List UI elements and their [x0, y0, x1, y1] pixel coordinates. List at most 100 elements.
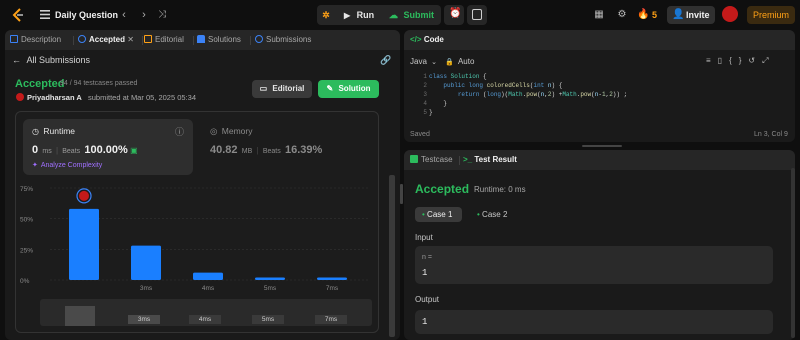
debug-icon[interactable]: ✲ — [319, 7, 333, 23]
streak-count: 5 — [652, 10, 658, 20]
reset-icon[interactable]: ↺ — [748, 56, 762, 65]
share-link-icon[interactable]: 🔗 — [380, 55, 391, 66]
layout-grid-icon[interactable]: ▦ — [593, 9, 605, 21]
input-box — [415, 246, 773, 284]
memory-chip-icon: ◎ — [210, 126, 218, 136]
format-icon[interactable]: ≡ — [706, 56, 718, 65]
overview-tick-label: 4ms — [189, 315, 221, 324]
book-icon: ▭ — [259, 84, 268, 93]
y-tick-label: 0% — [20, 278, 30, 285]
tab-accepted[interactable]: Accepted ✕ — [78, 35, 134, 44]
top-bar: Daily Question ‹ › ⤨ ✲ ▶ Run ☁ Submit ⏰ … — [0, 0, 800, 30]
prev-problem-icon[interactable]: ‹ — [117, 8, 131, 22]
code-brackets-icon: </> — [410, 35, 422, 44]
settings-gear-icon[interactable]: ⚙ — [616, 9, 628, 21]
cloud-upload-icon: ☁ — [389, 10, 398, 20]
result-status: Accepted — [415, 182, 470, 196]
submitter-name[interactable]: Priyadharsan A — [27, 93, 82, 102]
premium-button[interactable]: Premium — [747, 6, 795, 24]
tab-description[interactable]: Description — [10, 35, 61, 44]
x-tick-label: 3ms — [140, 285, 153, 292]
language-select[interactable]: Java ⌄ — [410, 57, 437, 66]
user-avatar — [16, 93, 24, 101]
code-text: } — [429, 100, 448, 107]
output-value: 1 — [422, 317, 428, 327]
submit-button[interactable]: ☁ Submit — [385, 7, 439, 23]
saved-status: Saved — [410, 131, 430, 138]
x-tick-label: 7ms — [326, 285, 339, 292]
memory-value: 40.82 — [210, 144, 238, 156]
lock-icon: 🔒 — [445, 59, 454, 66]
editorial-button[interactable]: ▭ Editorial — [252, 80, 312, 98]
overview-tick-label: 3ms — [128, 315, 160, 324]
runtime-value: 0 — [32, 144, 39, 156]
bookmark-icon[interactable]: ▯ — [718, 56, 729, 65]
chart-bar — [131, 245, 161, 280]
input-label: Input — [415, 233, 433, 242]
input-variable: n = — [422, 254, 432, 261]
output-label: Output — [415, 295, 440, 304]
chart-bar — [193, 272, 223, 280]
back-arrow-icon: ← — [12, 55, 21, 65]
problem-list-title[interactable]: Daily Question — [55, 10, 118, 20]
overview-bar — [65, 306, 95, 326]
clock-icon: ◷ — [32, 127, 39, 136]
input-value: 1 — [422, 268, 428, 278]
code-text: public long coloredCells(int n) { — [443, 82, 563, 89]
code-panel-header: </> Code — [404, 30, 795, 50]
code-text: return (long)(Math.pow(n,2) +Math.pow(n-… — [457, 91, 628, 98]
line-number: 4 — [423, 100, 427, 107]
next-problem-icon[interactable]: › — [137, 8, 151, 22]
y-tick-label: 75% — [20, 186, 33, 193]
memory-title[interactable]: ◎ Memory — [210, 126, 253, 137]
case-1-tab[interactable]: • Case 1 — [415, 207, 462, 222]
analyze-complexity-link[interactable]: ✦ Analyze Complexity — [32, 161, 102, 169]
invite-button[interactable]: 👤 Invite — [667, 6, 715, 24]
leetcode-logo-icon[interactable] — [12, 8, 24, 22]
code-editor[interactable]: 1 class Solution {2 public long coloredCe… — [407, 72, 792, 127]
alarm-clock-icon: ⏰ — [449, 8, 462, 19]
tab-submissions[interactable]: Submissions — [255, 35, 311, 44]
auto-mode[interactable]: 🔒 Auto — [445, 57, 474, 66]
result-panel-scrollbar[interactable] — [791, 168, 795, 338]
line-number: 5 — [423, 109, 427, 116]
avatar[interactable] — [722, 6, 738, 22]
testcase-tab[interactable]: Testcase — [410, 155, 453, 164]
add-user-icon: 👤 — [672, 9, 685, 20]
sparkle-icon: ✦ — [32, 162, 38, 169]
info-icon[interactable]: ⓘ — [175, 125, 184, 138]
left-tabs-bar: Description Accepted ✕ Editorial Solutio… — [5, 30, 400, 50]
overview-tick-label: 5ms — [252, 315, 284, 324]
panel-resize-handle[interactable] — [582, 145, 622, 147]
close-tab-icon[interactable]: ✕ — [127, 35, 134, 44]
problem-list-icon[interactable] — [40, 10, 50, 19]
testcases-passed: 94 / 94 testcases passed — [60, 80, 138, 87]
tab-editorial[interactable]: Editorial — [144, 35, 184, 44]
test-result-tab[interactable]: >_ Test Result — [463, 155, 517, 164]
runtime-stats: 0 ms | Beats 100.00% ▣ — [32, 144, 138, 156]
vertical-resize-handle[interactable] — [400, 184, 403, 204]
streak-fire-icon[interactable]: 🔥 — [637, 9, 649, 21]
case-2-tab[interactable]: • Case 2 — [470, 207, 515, 222]
note-icon — [472, 9, 482, 20]
user-avatar-marker — [79, 190, 89, 201]
tab-solutions[interactable]: Solutions — [197, 35, 241, 44]
memory-stats: 40.82 MB | Beats 16.39% — [210, 144, 323, 156]
edit-pen-icon: ✎ — [326, 84, 334, 93]
cursor-position: Ln 3, Col 9 — [754, 131, 788, 138]
left-panel-scrollbar[interactable] — [389, 175, 395, 337]
expand-icon[interactable]: ⤢ — [762, 56, 775, 65]
run-button[interactable]: ▶ Run — [337, 7, 381, 23]
shuffle-icon[interactable]: ⤨ — [155, 8, 169, 22]
braces-icon[interactable]: {} — [729, 56, 748, 65]
notes-button[interactable] — [467, 5, 487, 25]
invite-label: Invite — [686, 10, 710, 20]
all-submissions-link[interactable]: ← All Submissions — [12, 55, 90, 65]
result-runtime: Runtime: 0 ms — [474, 185, 526, 194]
output-box — [415, 310, 773, 334]
submit-label: Submit — [403, 10, 435, 20]
timer-button[interactable]: ⏰ — [444, 5, 464, 25]
code-tab[interactable]: </> Code — [410, 35, 444, 44]
solution-button[interactable]: ✎ Solution — [318, 80, 379, 98]
chart-bar — [69, 208, 99, 280]
